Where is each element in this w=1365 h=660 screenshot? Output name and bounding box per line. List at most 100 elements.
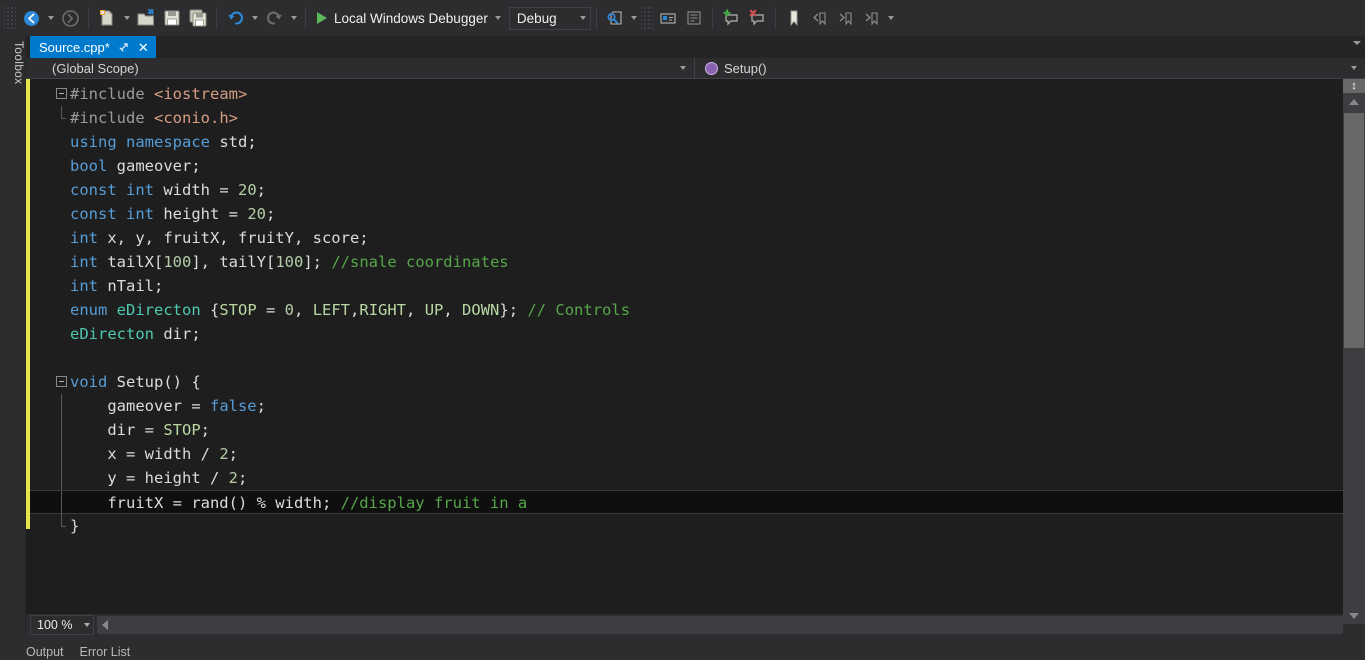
code-line[interactable] — [26, 346, 1343, 370]
navigate-forward-icon — [62, 10, 79, 27]
code-token: , — [294, 301, 313, 319]
code-line[interactable]: void Setup() { — [26, 370, 1343, 394]
redo-button[interactable] — [261, 5, 287, 31]
toolbar-overflow-button[interactable] — [885, 5, 898, 31]
code-token: int — [70, 229, 107, 247]
code-line[interactable]: enum eDirecton {STOP = 0, LEFT,RIGHT, UP… — [26, 298, 1343, 322]
code-line[interactable]: y = height / 2; — [26, 466, 1343, 490]
save-all-button[interactable] — [185, 5, 211, 31]
scroll-left-button[interactable] — [97, 616, 113, 634]
uncomment-selection-button[interactable] — [681, 5, 707, 31]
toolbar-grip[interactable] — [4, 7, 16, 29]
toolbar-separator — [216, 7, 217, 29]
code-line[interactable]: gameover = false; — [26, 394, 1343, 418]
previous-bookmark-button[interactable] — [807, 5, 833, 31]
tab-source-cpp[interactable]: Source.cpp* ↥ ✕ — [30, 36, 156, 58]
code-line[interactable]: int x, y, fruitX, fruitY, score; — [26, 226, 1343, 250]
code-lines-container[interactable]: #include <iostream>#include <conio.h>usi… — [26, 79, 1343, 538]
unsaved-changes-bar — [26, 79, 30, 529]
redo-dropdown[interactable] — [287, 5, 300, 31]
new-file-button[interactable] — [94, 5, 120, 31]
undo-button[interactable] — [222, 5, 248, 31]
panel-tab-output[interactable]: Output — [26, 645, 64, 659]
undo-dropdown[interactable] — [248, 5, 261, 31]
code-line[interactable]: const int height = 20; — [26, 202, 1343, 226]
add-comment-icon — [722, 9, 740, 27]
code-token: STOP — [163, 421, 200, 439]
tab-overflow-chevron-down-icon[interactable] — [1353, 41, 1361, 45]
navigate-backward-dropdown[interactable] — [44, 5, 57, 31]
start-debugging-button[interactable]: Local Windows Debugger — [311, 5, 492, 31]
toolbar-separator — [775, 7, 776, 29]
scroll-down-button[interactable] — [1343, 607, 1365, 624]
code-line[interactable]: } — [26, 514, 1343, 538]
navigate-forward-button[interactable] — [57, 5, 83, 31]
add-comment-button[interactable] — [718, 5, 744, 31]
zoom-level-select[interactable]: 100 % — [30, 615, 94, 635]
collapse-minus-icon[interactable] — [56, 88, 67, 99]
code-token: 0 — [285, 301, 294, 319]
editor-vertical-scrollbar[interactable]: ↕ — [1343, 79, 1365, 624]
code-token: std; — [219, 133, 256, 151]
code-token: dir; — [163, 325, 200, 343]
code-line[interactable]: int tailX[100], tailY[100]; //snale coor… — [26, 250, 1343, 274]
code-line[interactable]: const int width = 20; — [26, 178, 1343, 202]
comment-selection-icon — [659, 9, 677, 27]
find-in-files-dropdown[interactable] — [628, 5, 641, 31]
code-line[interactable]: #include <conio.h> — [26, 106, 1343, 130]
new-file-dropdown[interactable] — [120, 5, 133, 31]
code-editor[interactable]: #include <iostream>#include <conio.h>usi… — [26, 79, 1343, 624]
start-debugging-dropdown[interactable] — [492, 5, 505, 31]
code-line[interactable]: using namespace std; — [26, 130, 1343, 154]
fold-guide-line — [61, 106, 62, 119]
code-line[interactable]: #include <iostream> — [26, 82, 1343, 106]
code-token: eDirecton — [117, 301, 210, 319]
code-line[interactable]: dir = STOP; — [26, 418, 1343, 442]
member-select[interactable]: Setup() — [695, 58, 1365, 79]
code-token: int — [70, 253, 107, 271]
split-view-handle[interactable]: ↕ — [1343, 79, 1365, 93]
toggle-bookmark-button[interactable] — [781, 5, 807, 31]
pin-icon[interactable]: ↥ — [116, 39, 132, 55]
next-bookmark-button[interactable] — [833, 5, 859, 31]
code-line[interactable]: int nTail; — [26, 274, 1343, 298]
code-token: namespace — [126, 133, 219, 151]
code-line[interactable]: fruitX = rand() % width; //display fruit… — [26, 490, 1343, 514]
find-in-files-icon — [606, 9, 624, 27]
code-token: }; — [499, 301, 527, 319]
chevron-down-icon — [84, 623, 90, 627]
open-file-button[interactable] — [133, 5, 159, 31]
find-in-files-button[interactable] — [602, 5, 628, 31]
code-line[interactable]: x = width / 2; — [26, 442, 1343, 466]
toolbar-grip[interactable] — [641, 7, 653, 29]
toolbox-label[interactable]: Toolbox — [0, 41, 26, 84]
editor-horizontal-scrollbar[interactable] — [97, 616, 1343, 634]
vertical-scrollbar-thumb[interactable] — [1344, 113, 1364, 348]
fold-guide-line — [61, 466, 62, 490]
code-line[interactable]: bool gameover; — [26, 154, 1343, 178]
collapse-minus-icon[interactable] — [56, 376, 67, 387]
panel-tab-error-list[interactable]: Error List — [80, 645, 131, 659]
clear-bookmarks-button[interactable] — [859, 5, 885, 31]
scroll-up-button[interactable] — [1343, 93, 1365, 110]
comment-selection-button[interactable] — [655, 5, 681, 31]
save-button[interactable] — [159, 5, 185, 31]
code-token: RIGHT — [359, 301, 406, 319]
scope-select[interactable]: (Global Scope) — [26, 58, 694, 79]
tab-title: Source.cpp* — [39, 40, 110, 55]
close-icon[interactable]: ✕ — [138, 41, 149, 54]
code-token: using — [70, 133, 126, 151]
navigate-backward-button[interactable] — [18, 5, 44, 31]
remove-comment-button[interactable] — [744, 5, 770, 31]
code-token: int — [126, 205, 163, 223]
chevron-down-icon — [580, 16, 586, 20]
code-line[interactable]: eDirecton dir; — [26, 322, 1343, 346]
code-token: <iostream> — [154, 85, 247, 103]
solution-configuration-select[interactable]: Debug — [509, 7, 591, 30]
toolbar-separator — [305, 7, 306, 29]
toolbox-panel-strip[interactable]: Toolbox — [0, 36, 26, 636]
bottom-panel-tabs: Output Error List — [0, 636, 1365, 660]
previous-bookmark-icon — [811, 9, 829, 27]
code-token: ; — [257, 397, 266, 415]
clear-bookmarks-icon — [863, 9, 881, 27]
